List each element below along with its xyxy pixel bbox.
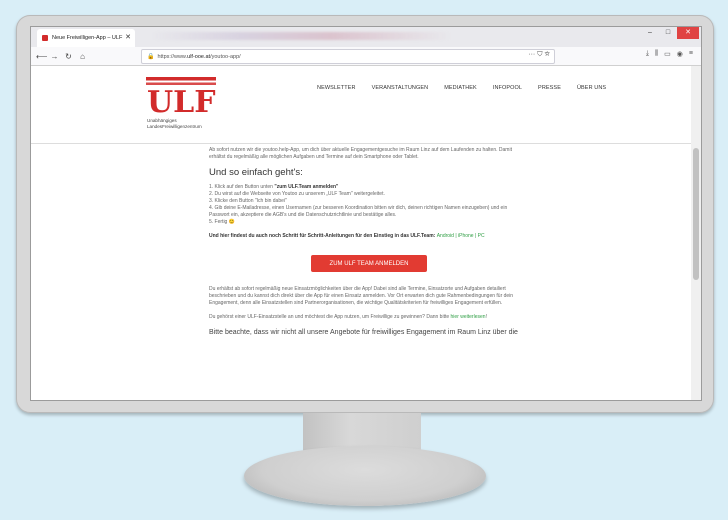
menu-item-presse[interactable]: PRESSE — [538, 85, 561, 91]
guide-iphone-link[interactable]: iPhone — [458, 233, 474, 239]
window-close-button[interactable]: ✕ — [677, 27, 699, 39]
account-icon[interactable]: ◉ — [677, 50, 683, 58]
forward-icon[interactable]: → — [50, 52, 59, 61]
main-menu: NEWSLETTER VERANSTALTUNGEN MEDIATHEK INF… — [317, 85, 606, 91]
sidebar-icon[interactable]: ▭ — [664, 50, 671, 58]
logo-subtitle: Unabhängiges LandesFreiwilligenzentrum — [147, 118, 202, 130]
url-host: ulf-ooe.at — [187, 53, 211, 60]
download-icon[interactable]: ⤓ — [646, 50, 649, 58]
paragraph-2: Du gehörst einer ULF-Einsatzstelle an un… — [209, 314, 529, 321]
read-more-link[interactable]: hier weiterlesen — [451, 314, 486, 320]
article-content: Ab sofort nutzen wir die youtoo.help-App… — [209, 147, 529, 337]
maximize-button[interactable]: □ — [659, 27, 677, 39]
paragraph-2-text: Du gehörst einer ULF-Einsatzstelle an un… — [209, 314, 451, 320]
favicon-icon — [42, 35, 48, 41]
step-3: 3. Klicke den Button "Ich bin dabei" — [209, 198, 287, 204]
monitor-screen: Neue Freiwilligen-App – ULF ✕ – □ ✕ ⟵ → … — [31, 27, 701, 400]
url-prefix: https://www. — [157, 53, 188, 60]
ulf-team-signup-button[interactable]: ZUM ULF TEAM ANMELDEN — [311, 255, 427, 272]
step-1: 1. Klick auf den Button unten "zum ULF.T… — [209, 184, 529, 191]
guide-android-link[interactable]: Android — [437, 233, 454, 239]
scene: Neue Freiwilligen-App – ULF ✕ – □ ✕ ⟵ → … — [0, 0, 728, 520]
tab-title: Neue Freiwilligen-App – ULF — [52, 35, 123, 41]
reload-icon[interactable]: ↻ — [64, 52, 73, 61]
logo-text: ULF — [147, 85, 216, 116]
step-4: 4. Gib deine E-Mailadresse, einen Userna… — [209, 205, 508, 218]
menu-item-veranstaltungen[interactable]: VERANSTALTUNGEN — [372, 85, 429, 91]
menu-item-newsletter[interactable]: NEWSLETTER — [317, 85, 356, 91]
menu-icon[interactable]: ≡ — [689, 50, 693, 58]
page-actions[interactable]: ··· ⛉ ☆ — [528, 51, 550, 59]
minimize-button[interactable]: – — [641, 27, 659, 39]
monitor-stand — [244, 446, 486, 506]
header-divider — [31, 143, 691, 144]
paragraph-2-end: ! — [485, 314, 487, 320]
guide-text: Und hier findest du auch noch Schritt fü… — [209, 233, 437, 239]
intro-text: Ab sofort nutzen wir die youtoo.help-App… — [209, 147, 512, 160]
menu-item-ueber-uns[interactable]: ÜBER UNS — [577, 85, 606, 91]
menu-item-mediathek[interactable]: MEDIATHEK — [444, 85, 477, 91]
lock-icon: 🔒 — [147, 54, 155, 60]
url-bar[interactable]: 🔒 https://www. ulf-ooe.at/youtoo-app/ ···… — [141, 49, 555, 64]
tab-close-icon[interactable]: ✕ — [125, 33, 131, 41]
library-icon[interactable]: ⫼ — [655, 50, 658, 58]
section-heading: Und so einfach geht's: — [209, 167, 303, 178]
paragraph-1: Du erhältst ab sofort regelmäßig neue Ei… — [209, 286, 514, 306]
url-path: /youtoo-app/ — [210, 53, 241, 60]
back-icon[interactable]: ⟵ — [36, 52, 47, 61]
navigation-bar: ⟵ → ↻ ⌂ 🔒 https://www. ulf-ooe.at/youtoo-… — [31, 47, 701, 66]
steps-list: 1. Klick auf den Button unten "zum ULF.T… — [209, 184, 529, 226]
window-controls: – □ ✕ — [641, 27, 699, 41]
page-scrollbar[interactable] — [691, 66, 701, 400]
tab-bar: Neue Freiwilligen-App – ULF ✕ – □ ✕ — [31, 27, 701, 47]
ulf-logo[interactable]: ULF — [146, 76, 216, 116]
blurred-tabs — [151, 32, 451, 40]
home-icon[interactable]: ⌂ — [78, 52, 87, 61]
paragraph-3: Bitte beachte, dass wir nicht all unsere… — [209, 329, 518, 336]
step-1-bold: "zum ULF.Team anmelden" — [274, 184, 339, 190]
browser-tab[interactable]: Neue Freiwilligen-App – ULF ✕ — [37, 29, 135, 47]
web-page: ULF Unabhängiges LandesFreiwilligenzentr… — [31, 66, 691, 400]
menu-item-infopool[interactable]: INFOPOOL — [493, 85, 522, 91]
scrollbar-thumb[interactable] — [693, 148, 699, 280]
guide-pc-link[interactable]: PC — [478, 233, 485, 239]
toolbar-icons: ⤓ ⫼ ▭ ◉ ≡ — [646, 50, 693, 58]
step-5: 5. Fertig 😊 — [209, 219, 235, 225]
logo-sub-line2: LandesFreiwilligenzentrum — [147, 124, 202, 129]
guide-links: Und hier findest du auch noch Schritt fü… — [209, 233, 529, 240]
step-1-text: 1. Klick auf den Button unten — [209, 184, 275, 190]
step-2: 2. Du wirst auf die Webseite von Youtoo … — [209, 191, 385, 197]
